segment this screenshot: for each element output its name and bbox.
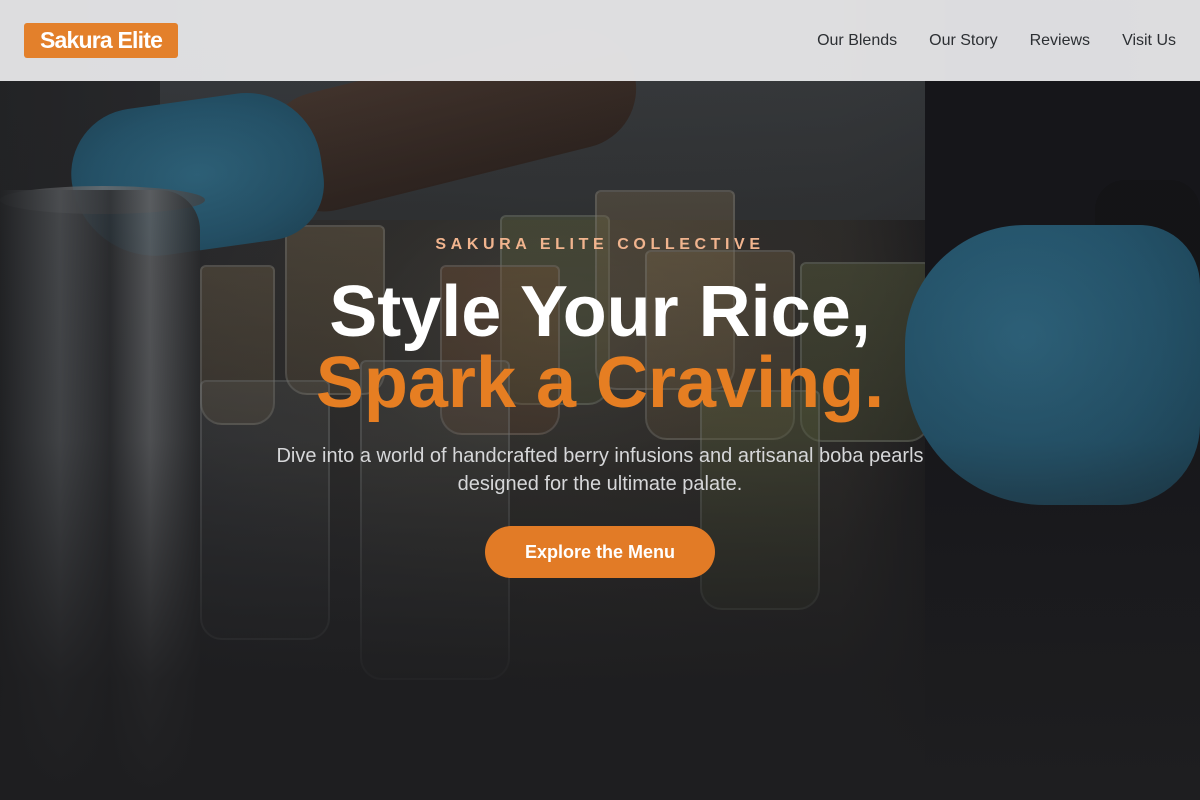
hero-eyebrow: SAKURA ELITE COLLECTIVE xyxy=(435,236,765,253)
nav-link-our-blends[interactable]: Our Blends xyxy=(817,32,897,50)
nav-link-reviews[interactable]: Reviews xyxy=(1030,32,1090,50)
hero-headline-line-1: Style Your Rice, xyxy=(329,272,871,352)
main-nav: Our Blends Our Story Reviews Visit Us xyxy=(817,32,1176,50)
nav-link-visit-us[interactable]: Visit Us xyxy=(1122,32,1176,50)
explore-menu-button[interactable]: Explore the Menu xyxy=(485,526,715,578)
brand-logo[interactable]: Sakura Elite xyxy=(24,23,179,58)
site-header: Sakura Elite Our Blends Our Story Review… xyxy=(0,0,1200,81)
nav-link-our-story[interactable]: Our Story xyxy=(929,32,997,50)
hero-subtitle: Dive into a world of handcrafted berry i… xyxy=(276,445,924,495)
hero-section: SAKURA ELITE COLLECTIVE Style Your Rice,… xyxy=(0,0,1200,800)
hero-headline-line-2: Spark a Craving. xyxy=(315,343,885,423)
